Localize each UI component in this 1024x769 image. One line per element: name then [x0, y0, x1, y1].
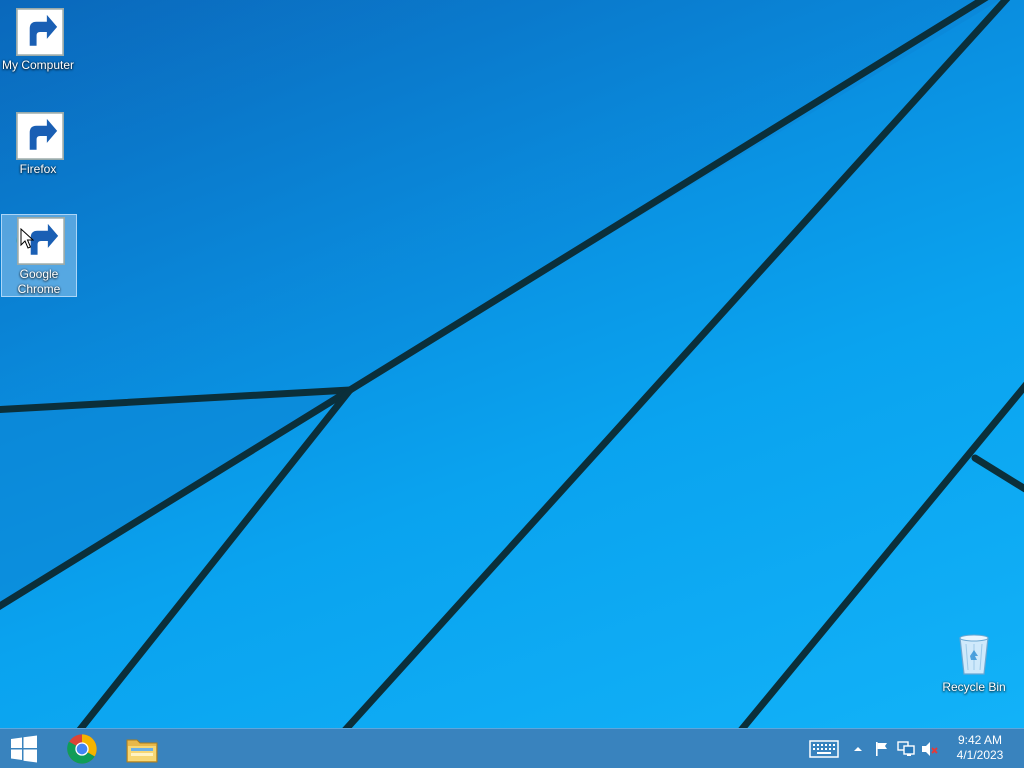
desktop-icon-label: My Computer: [1, 58, 75, 72]
shortcut-arrow-icon: [16, 8, 64, 56]
desktop-icon-my-computer[interactable]: My Computer: [0, 6, 76, 78]
chrome-icon: [67, 734, 97, 764]
tray-action-center-button[interactable]: [872, 729, 892, 769]
taskbar-chrome-button[interactable]: [58, 729, 106, 769]
taskbar-clock[interactable]: 9:42 AM 4/1/2023: [944, 733, 1016, 765]
clock-time: 9:42 AM: [957, 733, 1003, 747]
desktop-icon-google-chrome[interactable]: Google Chrome: [1, 214, 77, 297]
desktop-icon-label: Google Chrome: [17, 267, 61, 296]
network-icon: [897, 741, 915, 756]
tray-show-hidden-icons-button[interactable]: [850, 729, 866, 769]
mouse-cursor-icon: [20, 228, 34, 249]
desktop-icon-label: Firefox: [19, 162, 57, 176]
desktop-icon-recycle-bin[interactable]: Recycle Bin: [936, 628, 1012, 700]
recycle-bin-icon: [959, 634, 989, 675]
desktop-icon-label: Recycle Bin: [942, 680, 1006, 694]
action-center-flag-icon: [876, 742, 887, 756]
start-button[interactable]: [0, 729, 48, 769]
tray-volume-button[interactable]: [920, 729, 940, 769]
desktop[interactable]: My Computer Firefox Google Chrome Recycl…: [0, 0, 1024, 728]
volume-muted-icon: [922, 742, 938, 756]
keyboard-icon: [809, 740, 839, 758]
desktop-icon-firefox[interactable]: Firefox: [0, 110, 76, 182]
taskbar-file-explorer-button[interactable]: [118, 729, 166, 769]
taskbar: 9:42 AM 4/1/2023: [0, 728, 1024, 768]
tray-keyboard-button[interactable]: [806, 729, 842, 769]
shortcut-arrow-icon: [16, 112, 64, 160]
clock-date: 4/1/2023: [956, 748, 1004, 762]
tray-network-button[interactable]: [896, 729, 916, 769]
chevron-up-icon: [854, 747, 862, 751]
windows-logo-icon: [11, 735, 37, 763]
file-explorer-icon: [126, 739, 158, 763]
wallpaper: [0, 0, 1024, 728]
